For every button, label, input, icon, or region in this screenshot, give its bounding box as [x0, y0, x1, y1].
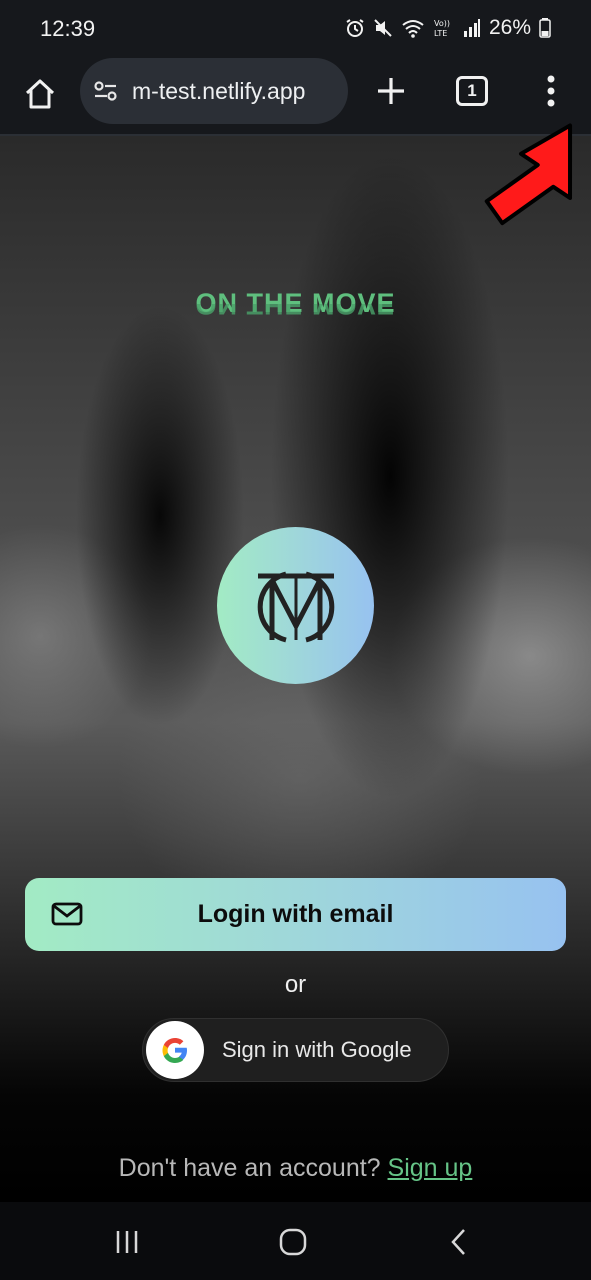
- signup-prompt: Don't have an account? Sign up: [0, 1154, 591, 1183]
- sign-in-with-google-button[interactable]: Sign in with Google: [142, 1018, 449, 1082]
- status-time: 12:39: [40, 16, 96, 41]
- signup-prompt-text: Don't have an account?: [118, 1154, 381, 1182]
- login-page: ON THE MOVE ON THE MOVE Login with email…: [0, 136, 591, 1202]
- recent-apps-icon: [116, 1231, 138, 1253]
- google-logo-badge: [146, 1021, 204, 1079]
- brand-title-reflection: ON THE MOVE: [195, 304, 396, 320]
- otm-monogram-icon: [257, 571, 334, 642]
- mute-icon: [374, 19, 392, 37]
- home-circle-icon: [279, 1228, 307, 1256]
- mail-icon: [51, 902, 83, 926]
- sign-in-with-google-label: Sign in with Google: [222, 1037, 412, 1062]
- volte-icon: Vo)) LTE: [434, 19, 450, 38]
- address-bar[interactable]: m-test.netlify.app: [80, 58, 348, 124]
- more-menu-icon[interactable]: [536, 70, 566, 112]
- google-g-icon: [162, 1038, 187, 1063]
- signup-link[interactable]: Sign up: [388, 1154, 473, 1182]
- back-icon: [451, 1229, 465, 1255]
- tab-switcher-button[interactable]: 1: [456, 76, 488, 106]
- new-tab-icon[interactable]: [370, 70, 412, 112]
- otm-logo: [217, 527, 374, 684]
- status-icons: Vo)) LTE 26%: [345, 14, 551, 42]
- brand-header: ON THE MOVE ON THE MOVE: [0, 288, 591, 320]
- system-nav-bar: [0, 1202, 591, 1280]
- recent-apps-button[interactable]: [107, 1222, 147, 1262]
- tab-count: 1: [467, 81, 477, 100]
- svg-text:Vo)): Vo)): [434, 19, 450, 28]
- back-button[interactable]: [439, 1222, 479, 1262]
- battery-icon: [539, 18, 551, 38]
- home-icon: [25, 79, 55, 109]
- alarm-icon: [346, 19, 364, 37]
- status-bar: 12:39 Vo)) LTE 26%: [0, 0, 591, 56]
- svg-text:LTE: LTE: [434, 29, 447, 38]
- signal-icon: [463, 19, 480, 37]
- red-arrow-annotation: [484, 123, 573, 226]
- site-settings-icon[interactable]: [92, 77, 120, 105]
- home-button[interactable]: [18, 72, 62, 116]
- wifi-icon: [402, 20, 424, 38]
- nav-home-button[interactable]: [273, 1222, 313, 1262]
- url-text: m-test.netlify.app: [132, 77, 306, 104]
- or-divider: or: [284, 971, 307, 998]
- login-with-email-label: Login with email: [197, 900, 394, 928]
- login-with-email-button[interactable]: Login with email: [25, 878, 566, 951]
- battery-percent: 26%: [488, 16, 531, 39]
